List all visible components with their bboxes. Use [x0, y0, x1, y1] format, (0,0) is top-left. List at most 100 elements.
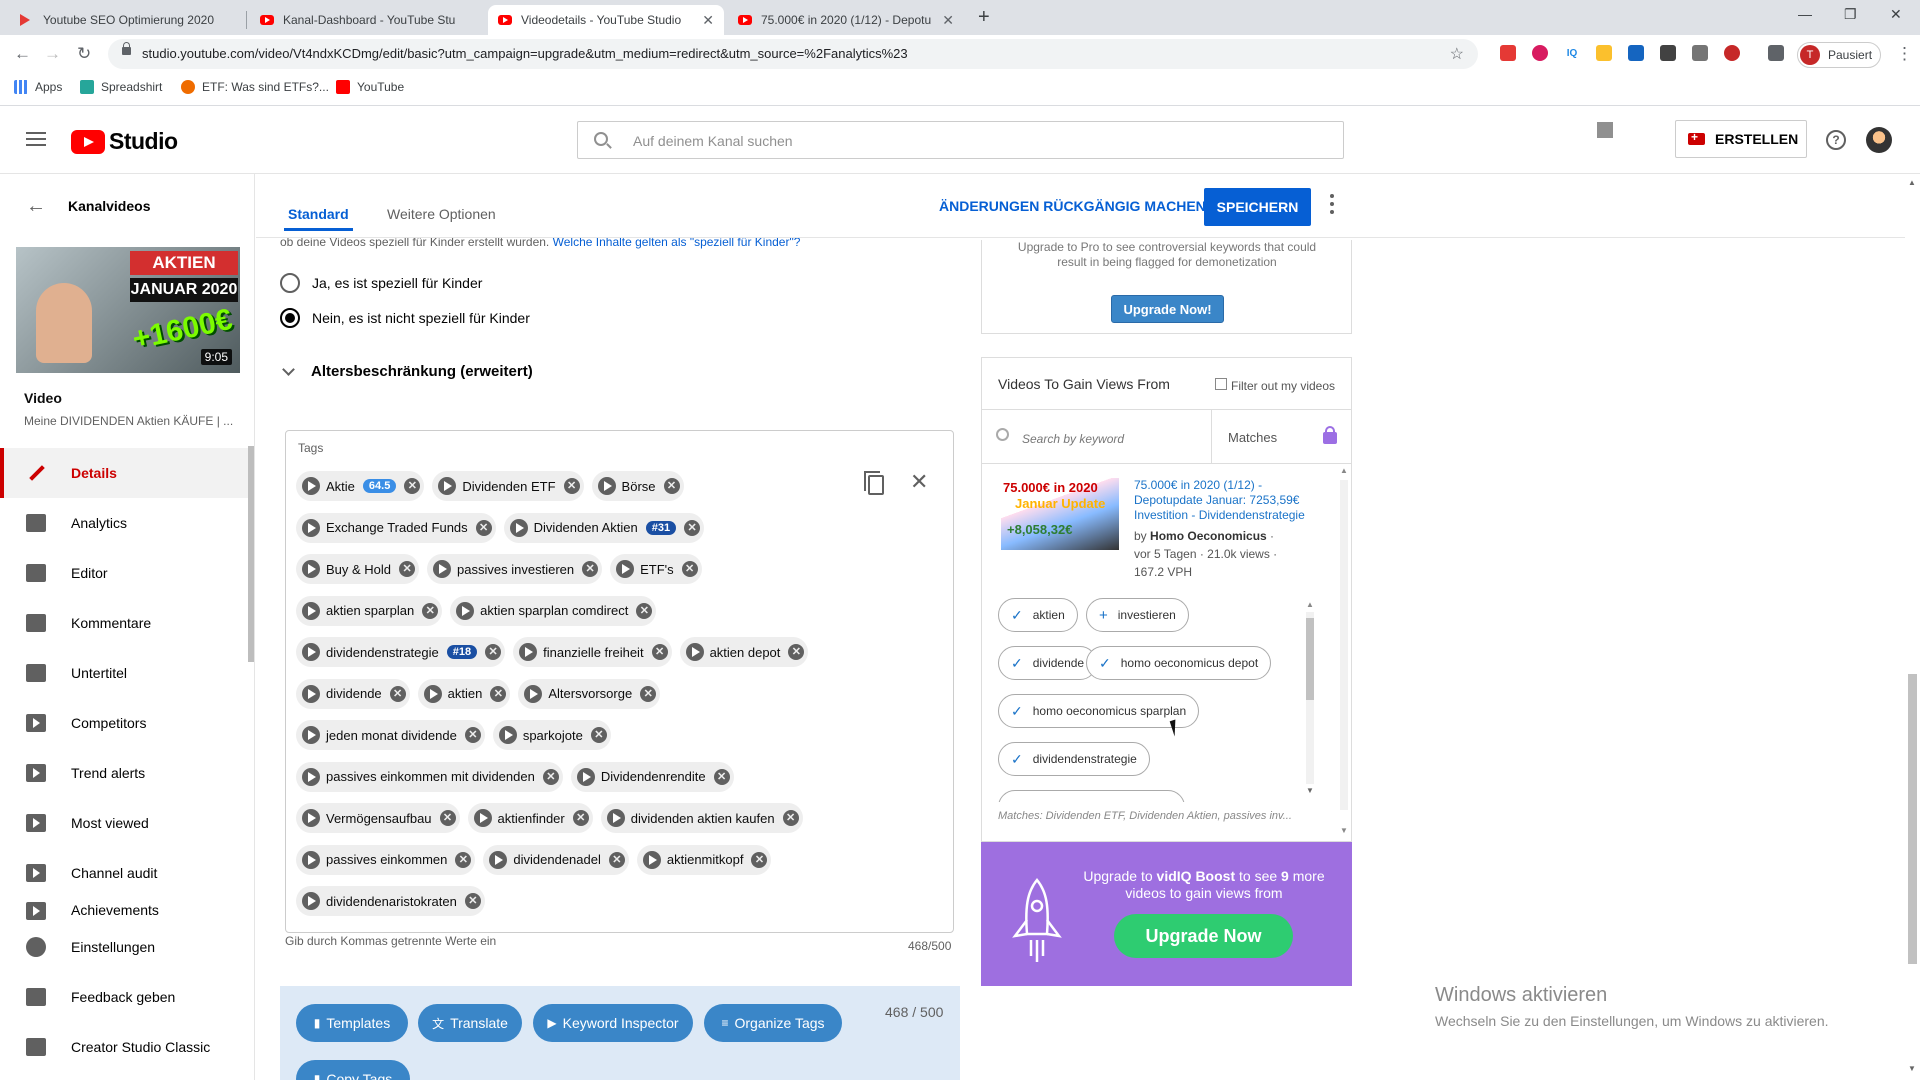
translate-button[interactable]: 文 Translate [418, 1004, 522, 1042]
remove-tag-icon[interactable]: ✕ [475, 519, 492, 536]
suggested-video-title[interactable]: 75.000€ in 2020 (1/12) - Depotupdate Jan… [1134, 478, 1314, 523]
remove-tag-icon[interactable]: ✕ [788, 644, 805, 660]
keyword-inspector-icon[interactable] [489, 850, 508, 869]
remove-tag-icon[interactable]: ✕ [651, 644, 668, 660]
analytics-icon[interactable] [1597, 122, 1613, 138]
create-button[interactable]: ERSTELLEN [1675, 120, 1807, 158]
keyword-inspector-button[interactable]: ▶ Keyword Inspector [533, 1004, 693, 1042]
organize-tags-button[interactable]: ≡ Organize Tags [704, 1004, 842, 1042]
remove-tag-icon[interactable]: ✕ [572, 810, 589, 826]
keyword-search-input[interactable]: Search by keyword [1022, 432, 1124, 446]
tag-chip[interactable]: Buy & Hold ✕ [296, 554, 420, 584]
remove-tag-icon[interactable]: ✕ [439, 810, 456, 826]
address-bar[interactable]: studio.youtube.com/video/Vt4ndxKCDmg/edi… [108, 39, 1478, 69]
remove-tag-icon[interactable]: ✕ [751, 851, 768, 868]
save-button[interactable]: SPEICHERN [1204, 188, 1311, 226]
remove-tag-icon[interactable]: ✕ [464, 727, 481, 743]
tag-chip[interactable]: dividendenaristokraten ✕ [296, 886, 485, 916]
sidebar-item-subtitles[interactable]: Untertitel [0, 648, 250, 698]
sidebar-item-analytics[interactable]: Analytics [0, 498, 250, 548]
keyword-inspector-icon[interactable] [302, 518, 320, 537]
video-thumbnail[interactable]: AKTIEN KAUF JANUAR 2020 +1600€ 9:05 [16, 247, 240, 373]
browser-tab-dashboard[interactable]: Kanal-Dashboard - YouTube Stu [250, 5, 486, 35]
reload-icon[interactable]: ↻ [77, 44, 91, 64]
undo-changes-button[interactable]: ÄNDERUNGEN RÜCKGÄNGIG MACHEN [939, 198, 1206, 214]
tab-more-options[interactable]: Weitere Optionen [387, 206, 496, 222]
tag-chip[interactable]: aktien ✕ [417, 678, 511, 709]
extension-icon[interactable] [1692, 45, 1708, 61]
remove-tag-icon[interactable]: ✕ [640, 685, 657, 702]
tag-chip[interactable]: passives einkommen ✕ [296, 844, 476, 875]
panel-scrollbar[interactable]: ▲ ▼ [1337, 464, 1350, 841]
tag-chip[interactable]: Börse ✕ [591, 471, 684, 501]
tag-chip[interactable]: aktien sparplan comdirect ✕ [450, 595, 657, 626]
remove-tag-icon[interactable]: ✕ [663, 478, 680, 494]
tag-chip[interactable]: Dividenden ETF ✕ [432, 471, 584, 501]
keyword-chip[interactable]: ✓ dividende [998, 646, 1098, 680]
remove-tag-icon[interactable]: ✕ [490, 685, 507, 702]
radio-button-selected[interactable] [280, 308, 300, 328]
bookmark-apps[interactable]: Apps [14, 80, 62, 94]
keyword-inspector-icon[interactable] [509, 518, 528, 537]
remove-tag-icon[interactable]: ✕ [582, 561, 599, 577]
vidiq-extension-icon[interactable]: IQ [1564, 45, 1580, 61]
remove-tag-icon[interactable]: ✕ [782, 810, 799, 826]
tag-chip[interactable]: Dividenden Aktien #31 ✕ [503, 512, 705, 543]
bookmark-spreadshirt[interactable]: Spreadshirt [80, 80, 162, 94]
tag-chip[interactable]: Altersvorsorge ✕ [518, 678, 661, 709]
extension-icon[interactable] [1532, 45, 1548, 61]
age-restriction-toggle[interactable]: Altersbeschränkung (erweitert) [282, 363, 533, 380]
studio-logo[interactable]: Studio [71, 128, 178, 155]
keyword-inspector-icon[interactable] [606, 809, 625, 827]
upgrade-now-boost-button[interactable]: Upgrade Now [1114, 914, 1293, 958]
remove-tag-icon[interactable]: ✕ [563, 478, 580, 494]
radio-kids-no[interactable]: Nein, es ist nicht speziell für Kinder [280, 308, 530, 328]
sidebar-item-settings[interactable]: Einstellungen [0, 922, 250, 972]
keyword-inspector-icon[interactable] [616, 560, 635, 578]
keyword-inspector-icon[interactable] [302, 684, 320, 703]
browser-menu-icon[interactable]: ⋮ [1896, 44, 1913, 64]
sidebar-item-feedback[interactable]: Feedback geben [0, 972, 250, 1022]
keyword-chip[interactable]: ✓ homo oeconomicus sparplan [998, 694, 1200, 728]
sidebar-item-channel-audit[interactable]: Channel audit [0, 848, 250, 898]
radio-kids-yes[interactable]: Ja, es ist speziell für Kinder [280, 273, 482, 293]
remove-tag-icon[interactable]: ✕ [404, 478, 421, 494]
tag-chip[interactable]: dividenden aktien kaufen ✕ [600, 803, 803, 833]
keyword-inspector-icon[interactable] [302, 767, 320, 786]
extension-icon[interactable] [1628, 45, 1644, 61]
keyword-inspector-icon[interactable] [576, 767, 595, 786]
remove-tag-icon[interactable]: ✕ [590, 727, 607, 743]
tag-chip[interactable]: Aktie 64.5 ✕ [296, 471, 425, 501]
tag-chip[interactable]: passives investieren ✕ [427, 554, 603, 584]
keyword-inspector-icon[interactable] [473, 809, 492, 827]
tag-chip[interactable]: Vermögensaufbau ✕ [296, 803, 460, 833]
extension-icon[interactable] [1500, 45, 1516, 61]
tag-chip[interactable]: finanzielle freiheit ✕ [513, 637, 672, 667]
bookmark-etf[interactable]: ETF: Was sind ETFs?... [181, 80, 329, 94]
media-control-icon[interactable] [1768, 45, 1784, 61]
tag-chip[interactable]: jeden monat dividende ✕ [296, 720, 485, 750]
restore-icon[interactable]: ❐ [1844, 6, 1857, 23]
remove-tag-icon[interactable]: ✕ [681, 561, 698, 577]
sidebar-item-competitors[interactable]: Competitors [0, 698, 250, 748]
tag-chip[interactable]: aktien depot ✕ [679, 637, 809, 667]
keyword-inspector-icon[interactable] [498, 726, 517, 744]
account-avatar[interactable] [1866, 127, 1892, 153]
keyword-inspector-icon[interactable] [456, 601, 475, 620]
keyword-chip[interactable]: ✓ dividendenstrategie [998, 742, 1150, 776]
tag-chip[interactable]: passives einkommen mit dividenden ✕ [296, 761, 563, 792]
back-icon[interactable]: ← [14, 44, 31, 64]
tag-chip[interactable]: dividendenadel ✕ [483, 844, 629, 875]
close-tab-icon[interactable]: ✕ [702, 12, 714, 29]
tag-chip[interactable]: sparkojote ✕ [492, 720, 611, 750]
new-tab-icon[interactable]: + [978, 6, 990, 29]
forward-icon[interactable]: → [44, 44, 61, 64]
browser-tab-seo[interactable]: Youtube SEO Optimierung 2020 [10, 5, 242, 35]
profile-button[interactable]: T Pausiert [1797, 42, 1881, 68]
page-scrollbar[interactable]: ▲ ▼ [1905, 174, 1920, 1080]
remove-tag-icon[interactable]: ✕ [485, 644, 502, 660]
tag-chip[interactable]: aktien sparplan ✕ [296, 595, 443, 626]
remove-tag-icon[interactable]: ✕ [422, 602, 439, 619]
browser-tab-videodetails[interactable]: Videodetails - YouTube Studio ✕ [488, 5, 724, 35]
tag-chip[interactable]: aktienmitkopf ✕ [636, 844, 772, 875]
